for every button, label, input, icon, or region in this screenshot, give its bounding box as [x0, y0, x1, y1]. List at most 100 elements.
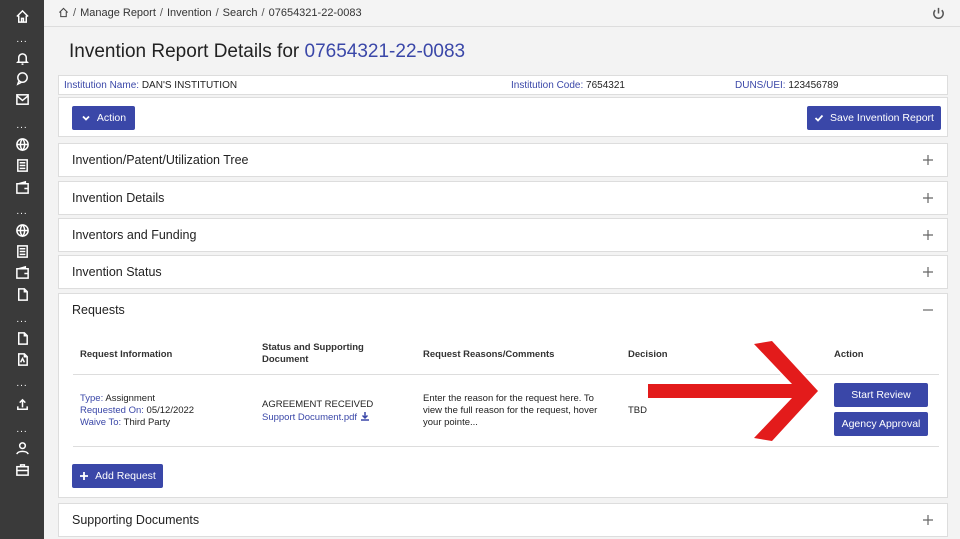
reason-line1: Enter the reason for the request here. T…	[423, 393, 594, 404]
header-action: Action	[834, 349, 864, 360]
decision-value: TBD	[628, 405, 647, 416]
agency-approval-button[interactable]: Agency Approval	[834, 412, 928, 436]
chat-search-icon[interactable]	[0, 68, 44, 88]
globe-icon[interactable]	[0, 134, 44, 154]
document-list-icon[interactable]	[0, 155, 44, 175]
panel-invention-status[interactable]: Invention Status	[58, 255, 948, 289]
action-dropdown-button[interactable]: Action	[72, 106, 135, 130]
save-button-label: Save Invention Report	[830, 112, 934, 124]
support-document-link[interactable]: Support Document.pdf	[262, 411, 373, 424]
expand-plus-icon[interactable]	[921, 265, 935, 279]
request-requested-on: Requested On: 05/12/2022	[80, 405, 194, 417]
panel-invention-patent-utilization-tree[interactable]: Invention/Patent/Utilization Tree	[58, 143, 948, 177]
page-title-prefix: Invention Report Details for	[69, 41, 300, 62]
rail-separator: ...	[16, 206, 28, 217]
wallet-icon[interactable]	[0, 262, 44, 282]
request-info-cell: Type: Assignment Requested On: 05/12/202…	[80, 393, 194, 429]
expand-plus-icon[interactable]	[921, 228, 935, 242]
breadcrumb-current: 07654321-22-0083	[268, 7, 362, 19]
plus-icon	[80, 472, 89, 480]
check-icon	[814, 114, 824, 122]
add-request-button[interactable]: Add Request	[72, 464, 163, 488]
panel-title: Invention Details	[72, 191, 165, 205]
request-type: Type: Assignment	[80, 393, 194, 405]
requested-on-value: 05/12/2022	[146, 405, 195, 416]
home-icon[interactable]	[0, 6, 44, 26]
breadcrumb-separator: /	[215, 7, 219, 19]
requested-on-label: Requested On:	[80, 405, 144, 416]
panel-title: Supporting Documents	[72, 513, 200, 527]
header-status-line2: Document	[262, 354, 309, 365]
top-bar: / Manage Report / Invention / Search / 0…	[44, 0, 960, 27]
wallet-icon[interactable]	[0, 177, 44, 197]
briefcase-icon[interactable]	[0, 459, 44, 479]
institution-code-label: Institution Code:	[511, 80, 584, 91]
reason-line3: your pointe...	[423, 417, 478, 428]
header-request-information: Request Information	[80, 349, 173, 360]
waive-to-value: Third Party	[123, 417, 171, 428]
support-document-label: Support Document.pdf	[262, 412, 358, 423]
breadcrumb-manage-report[interactable]: Manage Report	[80, 7, 156, 19]
header-request-reasons: Request Reasons/Comments	[423, 349, 555, 360]
panel-title: Invention Status	[72, 265, 162, 279]
table-divider	[73, 374, 939, 375]
download-icon	[360, 412, 369, 421]
breadcrumb-invention[interactable]: Invention	[167, 7, 212, 19]
table-divider	[73, 446, 939, 447]
upload-icon[interactable]	[0, 394, 44, 414]
action-bar: Action Save Invention Report	[58, 97, 948, 137]
expand-plus-icon[interactable]	[921, 513, 935, 527]
page-title: Invention Report Details for 07654321-22…	[69, 41, 465, 63]
breadcrumb-separator: /	[261, 7, 265, 19]
rail-separator: ...	[16, 424, 28, 435]
start-review-label: Start Review	[851, 389, 911, 401]
header-status-supporting-document: Status and Supporting Document	[262, 342, 364, 366]
file-icon[interactable]	[0, 328, 44, 348]
institution-name: Institution Name: DAN'S INSTITUTION	[64, 80, 237, 91]
expand-plus-icon[interactable]	[921, 153, 935, 167]
breadcrumb-separator: /	[159, 7, 163, 19]
mail-icon[interactable]	[0, 89, 44, 109]
panel-inventors-and-funding[interactable]: Inventors and Funding	[58, 218, 948, 252]
status-value: AGREEMENT RECEIVED	[262, 399, 374, 410]
user-icon[interactable]	[0, 438, 44, 458]
rail-separator: ...	[16, 314, 28, 325]
save-invention-report-button[interactable]: Save Invention Report	[807, 106, 941, 130]
breadcrumb-search[interactable]: Search	[223, 7, 258, 19]
left-nav-rail: ... ... ... ... ... ...	[0, 0, 44, 539]
start-review-button[interactable]: Start Review	[834, 383, 928, 407]
type-value: Assignment	[105, 393, 156, 404]
panel-requests: Requests Request Information Status and …	[58, 293, 948, 498]
duns-uei-label: DUNS/UEI:	[735, 80, 786, 91]
bell-icon[interactable]	[0, 48, 44, 68]
breadcrumb-home-icon[interactable]	[58, 7, 69, 20]
institution-name-label: Institution Name:	[64, 80, 140, 91]
status-cell: AGREEMENT RECEIVED Support Document.pdf	[262, 399, 373, 424]
page-title-number: 07654321-22-0083	[304, 41, 466, 62]
add-request-label: Add Request	[95, 470, 156, 482]
panel-title: Inventors and Funding	[72, 228, 197, 242]
rail-separator: ...	[16, 378, 28, 389]
header-status-line1: Status and Supporting	[262, 342, 364, 353]
institution-code: Institution Code: 7654321	[511, 80, 625, 91]
duns-uei: DUNS/UEI: 123456789	[735, 80, 838, 91]
main-content: Invention Report Details for 07654321-22…	[44, 27, 960, 539]
type-label: Type:	[80, 393, 104, 404]
panel-invention-details[interactable]: Invention Details	[58, 181, 948, 215]
collapse-minus-icon[interactable]	[921, 303, 935, 317]
rail-separator: ...	[16, 34, 28, 45]
expand-plus-icon[interactable]	[921, 191, 935, 205]
file-icon[interactable]	[0, 284, 44, 304]
pdf-file-icon[interactable]	[0, 349, 44, 369]
globe-icon[interactable]	[0, 220, 44, 240]
chevron-down-icon	[82, 115, 90, 121]
document-list-icon[interactable]	[0, 241, 44, 261]
duns-uei-value: 123456789	[788, 80, 839, 91]
panel-supporting-documents[interactable]: Supporting Documents	[58, 503, 948, 537]
power-icon[interactable]	[931, 6, 946, 21]
request-waive-to: Waive To: Third Party	[80, 417, 194, 429]
header-decision: Decision	[628, 349, 668, 360]
institution-info-bar: Institution Name: DAN'S INSTITUTION Inst…	[58, 75, 948, 95]
panel-title: Invention/Patent/Utilization Tree	[72, 153, 249, 167]
rail-separator: ...	[16, 120, 28, 131]
